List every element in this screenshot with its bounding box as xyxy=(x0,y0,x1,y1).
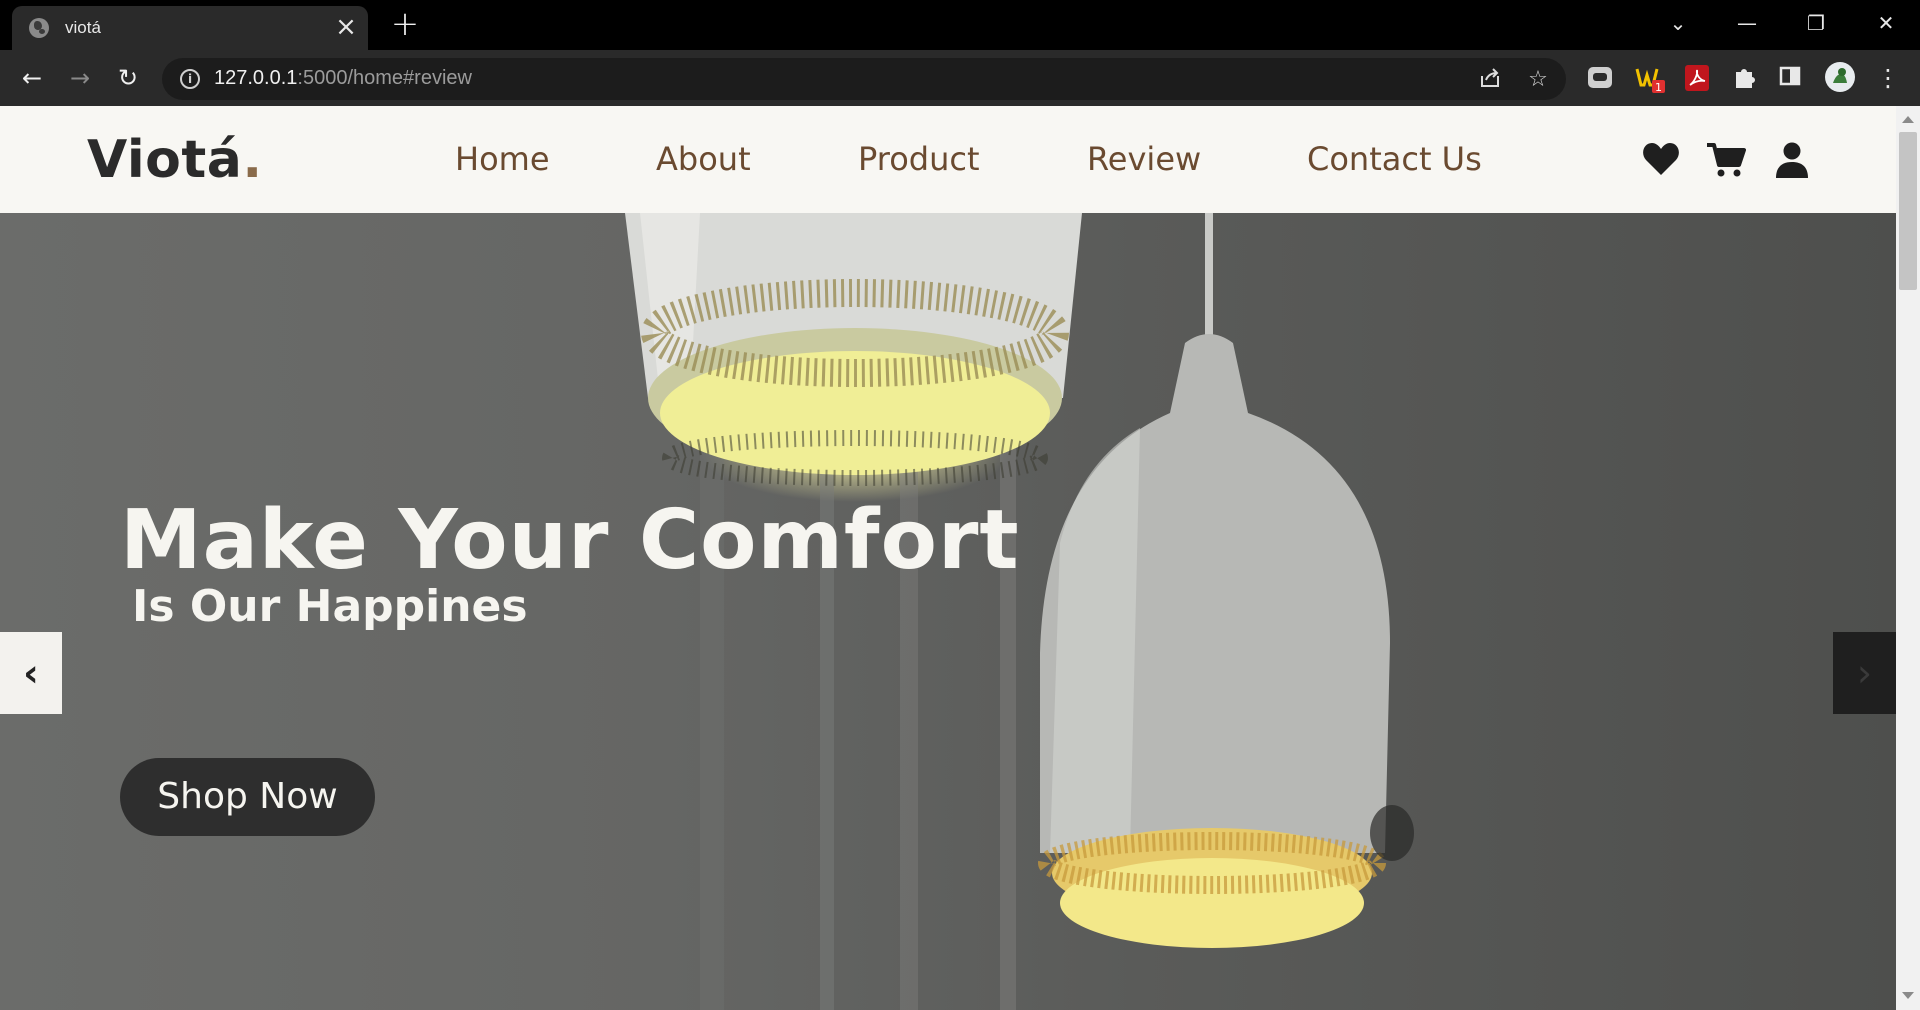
shop-now-button[interactable]: Shop Now xyxy=(120,758,375,836)
side-panel-icon[interactable] xyxy=(1778,64,1806,92)
bookmark-star-icon[interactable]: ☆ xyxy=(1524,66,1552,94)
hero-title: Make Your Comfort xyxy=(120,493,1020,588)
chat-extension-icon[interactable] xyxy=(1586,64,1614,92)
tab-title: viotá xyxy=(65,18,101,37)
notes-extension-icon[interactable]: 1 xyxy=(1634,64,1665,94)
browser-toolbar: ← → ↻ i 127.0.0.1:5000/home#review ☆ 1 ⋮ xyxy=(0,50,1920,106)
hero-subtitle: Is Our Happines xyxy=(132,581,528,632)
heart-icon[interactable] xyxy=(1642,142,1680,180)
scroll-down-arrow-icon[interactable] xyxy=(1902,992,1914,999)
reload-icon[interactable]: ↻ xyxy=(110,60,146,96)
logo-text: Viotá xyxy=(87,130,243,190)
back-icon[interactable]: ← xyxy=(14,60,50,96)
nav-product[interactable]: Product xyxy=(858,140,980,178)
url-text[interactable]: 127.0.0.1:5000/home#review xyxy=(214,67,472,90)
globe-icon xyxy=(29,18,49,38)
share-icon[interactable] xyxy=(1476,66,1504,94)
chevron-right-icon: › xyxy=(1856,651,1873,695)
page-viewport: Viotá. Home About Product Review Contact… xyxy=(0,106,1896,1010)
site-logo[interactable]: Viotá. xyxy=(87,130,263,190)
carousel-next-button[interactable]: › xyxy=(1833,632,1896,714)
forward-icon[interactable]: → xyxy=(62,60,98,96)
new-tab-button[interactable]: + xyxy=(390,7,420,41)
user-icon[interactable] xyxy=(1775,142,1809,182)
tab-search-icon[interactable]: ⌄ xyxy=(1658,8,1698,38)
minimize-icon[interactable]: — xyxy=(1727,8,1767,38)
nav-contact-us[interactable]: Contact Us xyxy=(1307,140,1482,178)
carousel-prev-button[interactable]: ‹ xyxy=(0,632,62,714)
scrollbar-thumb[interactable] xyxy=(1899,132,1917,290)
browser-tab[interactable]: viotá × xyxy=(12,6,368,50)
url-path: :5000/home#review xyxy=(297,67,472,89)
close-tab-icon[interactable]: × xyxy=(334,14,358,40)
close-window-icon[interactable]: ✕ xyxy=(1866,8,1906,38)
browser-menu-icon[interactable]: ⋮ xyxy=(1874,64,1902,92)
svg-text:1: 1 xyxy=(1655,81,1662,94)
scroll-up-arrow-icon[interactable] xyxy=(1902,116,1914,123)
chevron-left-icon: ‹ xyxy=(23,651,39,695)
page-scrollbar[interactable] xyxy=(1896,106,1920,1010)
extensions-puzzle-icon[interactable] xyxy=(1732,64,1760,92)
url-host: 127.0.0.1 xyxy=(214,67,298,89)
browser-tab-bar: viotá × + ⌄ — ❐ ✕ xyxy=(0,0,1920,50)
nav-home[interactable]: Home xyxy=(455,140,550,178)
nav-about[interactable]: About xyxy=(656,140,751,178)
nav-review[interactable]: Review xyxy=(1087,140,1201,178)
restore-icon[interactable]: ❐ xyxy=(1796,8,1836,38)
address-bar[interactable]: i 127.0.0.1:5000/home#review ☆ xyxy=(162,58,1566,100)
site-info-icon[interactable]: i xyxy=(180,69,200,89)
cart-icon[interactable] xyxy=(1706,142,1746,182)
hero-banner: Make Your Comfort Is Our Happines Shop N… xyxy=(0,213,1896,1010)
logo-dot: . xyxy=(242,130,263,190)
profile-avatar[interactable] xyxy=(1824,61,1855,92)
pdf-extension-icon[interactable] xyxy=(1684,64,1712,92)
site-header: Viotá. Home About Product Review Contact… xyxy=(0,106,1896,213)
